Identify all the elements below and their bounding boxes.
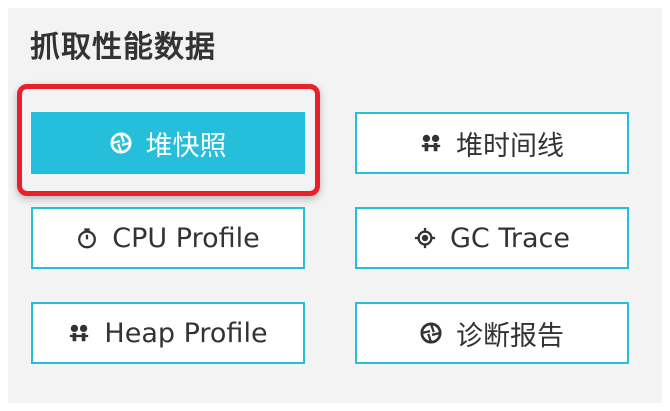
gc-trace-button[interactable]: GC Trace bbox=[355, 207, 629, 269]
aperture-icon bbox=[420, 322, 442, 344]
heap-profile-button[interactable]: Heap Profile bbox=[31, 302, 305, 364]
stopwatch-icon bbox=[76, 227, 98, 249]
target-icon bbox=[414, 227, 436, 249]
section-title: 抓取性能数据 bbox=[30, 30, 216, 65]
people-icon bbox=[420, 132, 442, 154]
heap-timeline-label: 堆时间线 bbox=[456, 130, 564, 162]
heap-snapshot-button[interactable]: 堆快照 bbox=[31, 112, 305, 174]
heap-snapshot-label: 堆快照 bbox=[145, 130, 227, 162]
gc-trace-label: GC Trace bbox=[450, 222, 570, 254]
cpu-profile-button[interactable]: CPU Profile bbox=[31, 207, 305, 269]
heap-profile-label: Heap Profile bbox=[104, 317, 268, 349]
heap-timeline-button[interactable]: 堆时间线 bbox=[355, 112, 629, 174]
people-icon bbox=[68, 322, 90, 344]
aperture-icon bbox=[109, 132, 132, 154]
diagnostic-report-button[interactable]: 诊断报告 bbox=[355, 302, 629, 364]
diagnostic-report-label: 诊断报告 bbox=[456, 320, 564, 352]
cpu-profile-label: CPU Profile bbox=[112, 222, 260, 254]
